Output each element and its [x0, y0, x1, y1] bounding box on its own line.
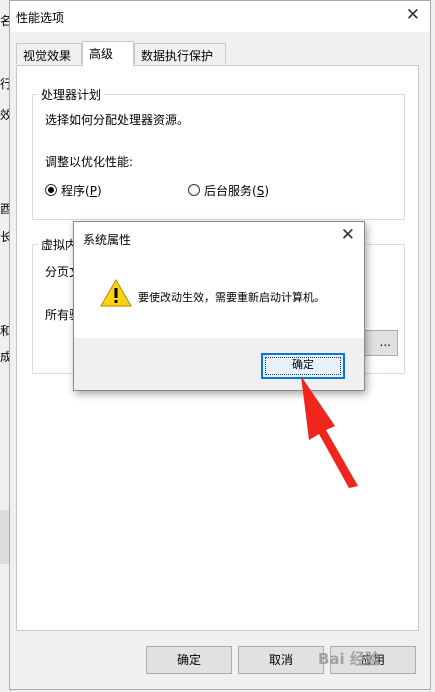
programs-radio-label[interactable]: 程序(P): [61, 182, 102, 199]
dialog-close-icon[interactable]: ✕: [341, 225, 355, 245]
dialog-ok-button[interactable]: 确定: [261, 353, 345, 379]
adjust-label: 调整以优化性能:: [45, 155, 134, 169]
processor-description: 选择如何分配处理器资源。: [45, 113, 190, 127]
dialog-content-area: 系统属性 ✕ 要使改动生效，需要重新启动计算机。: [74, 222, 364, 338]
window-title: 性能选项: [16, 11, 65, 25]
close-icon[interactable]: ✕: [406, 5, 420, 25]
dialog-title: 系统属性: [83, 233, 132, 247]
system-properties-dialog: 系统属性 ✕ 要使改动生效，需要重新启动计算机。 确定: [73, 221, 365, 391]
warning-icon: [100, 279, 132, 307]
tab-advanced[interactable]: 高级: [82, 41, 134, 66]
dialog-ok-label: 确定: [292, 358, 314, 371]
title-bar: 性能选项 ✕: [10, 1, 430, 32]
programs-radio[interactable]: [45, 184, 57, 196]
ok-button[interactable]: 确定: [146, 646, 232, 674]
processor-scheduling-legend: 处理器计划: [41, 88, 102, 102]
dialog-message: 要使改动生效，需要重新启动计算机。: [138, 291, 325, 304]
tab-data-execution-prevention[interactable]: 数据执行保护: [134, 43, 226, 64]
watermark: Bai 经验: [318, 650, 380, 668]
tab-visual-effects[interactable]: 视觉效果: [16, 43, 82, 64]
cancel-button[interactable]: 取消: [238, 646, 324, 674]
background-services-radio-label[interactable]: 后台服务(S): [204, 182, 269, 199]
background-services-radio[interactable]: [188, 184, 200, 196]
